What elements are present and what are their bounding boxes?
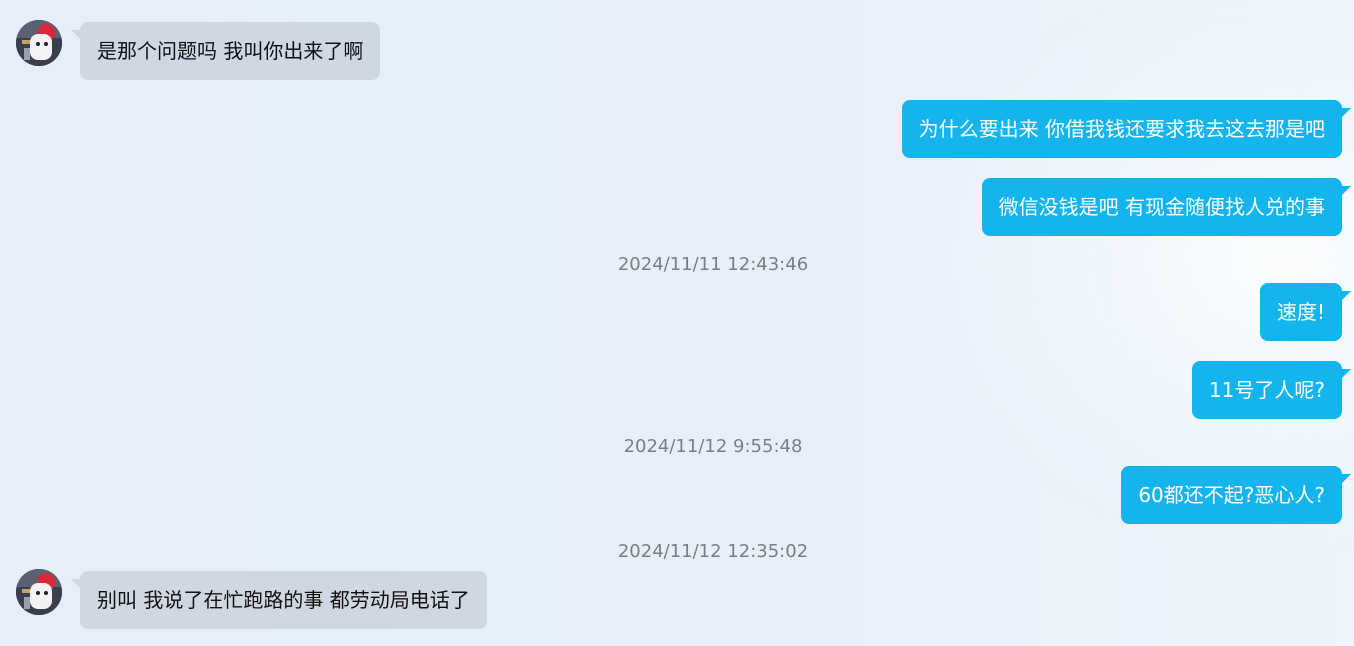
contact-avatar[interactable] — [16, 569, 62, 615]
avatar-icon — [16, 20, 62, 66]
message-bubble[interactable]: 11号了人呢? — [1191, 361, 1352, 419]
message-timestamp: 2024/11/11 12:43:46 — [617, 254, 809, 275]
message-timestamp: 2024/11/12 12:35:02 — [617, 541, 809, 562]
chat-message-area[interactable]: 是那个问题吗 我叫你出来了啊 为什么要出来 你借我钱还要求我去这去那是吧 微信没… — [0, 0, 1354, 646]
message-row-outgoing: 为什么要出来 你借我钱还要求我去这去那是吧 — [901, 100, 1352, 158]
message-bubble[interactable]: 速度! — [1259, 283, 1352, 341]
contact-avatar[interactable] — [16, 20, 62, 66]
message-row-incoming: 是那个问题吗 我叫你出来了啊 — [16, 20, 381, 80]
message-row-outgoing: 11号了人呢? — [1191, 361, 1352, 419]
message-bubble[interactable]: 微信没钱是吧 有现金随便找人兑的事 — [981, 178, 1352, 236]
avatar-icon — [16, 569, 62, 615]
message-bubble[interactable]: 是那个问题吗 我叫你出来了啊 — [70, 22, 381, 80]
message-timestamp: 2024/11/12 9:55:48 — [623, 436, 803, 457]
message-bubble[interactable]: 别叫 我说了在忙跑路的事 都劳动局电话了 — [71, 571, 487, 629]
message-row-incoming: 别叫 我说了在忙跑路的事 都劳动局电话了 — [16, 569, 487, 629]
message-row-outgoing: 速度! — [1259, 283, 1352, 341]
message-row-outgoing: 微信没钱是吧 有现金随便找人兑的事 — [981, 178, 1352, 236]
message-bubble[interactable]: 60都还不起?恶心人? — [1121, 466, 1351, 524]
message-bubble[interactable]: 为什么要出来 你借我钱还要求我去这去那是吧 — [901, 100, 1352, 158]
message-row-outgoing: 60都还不起?恶心人? — [1121, 466, 1351, 524]
